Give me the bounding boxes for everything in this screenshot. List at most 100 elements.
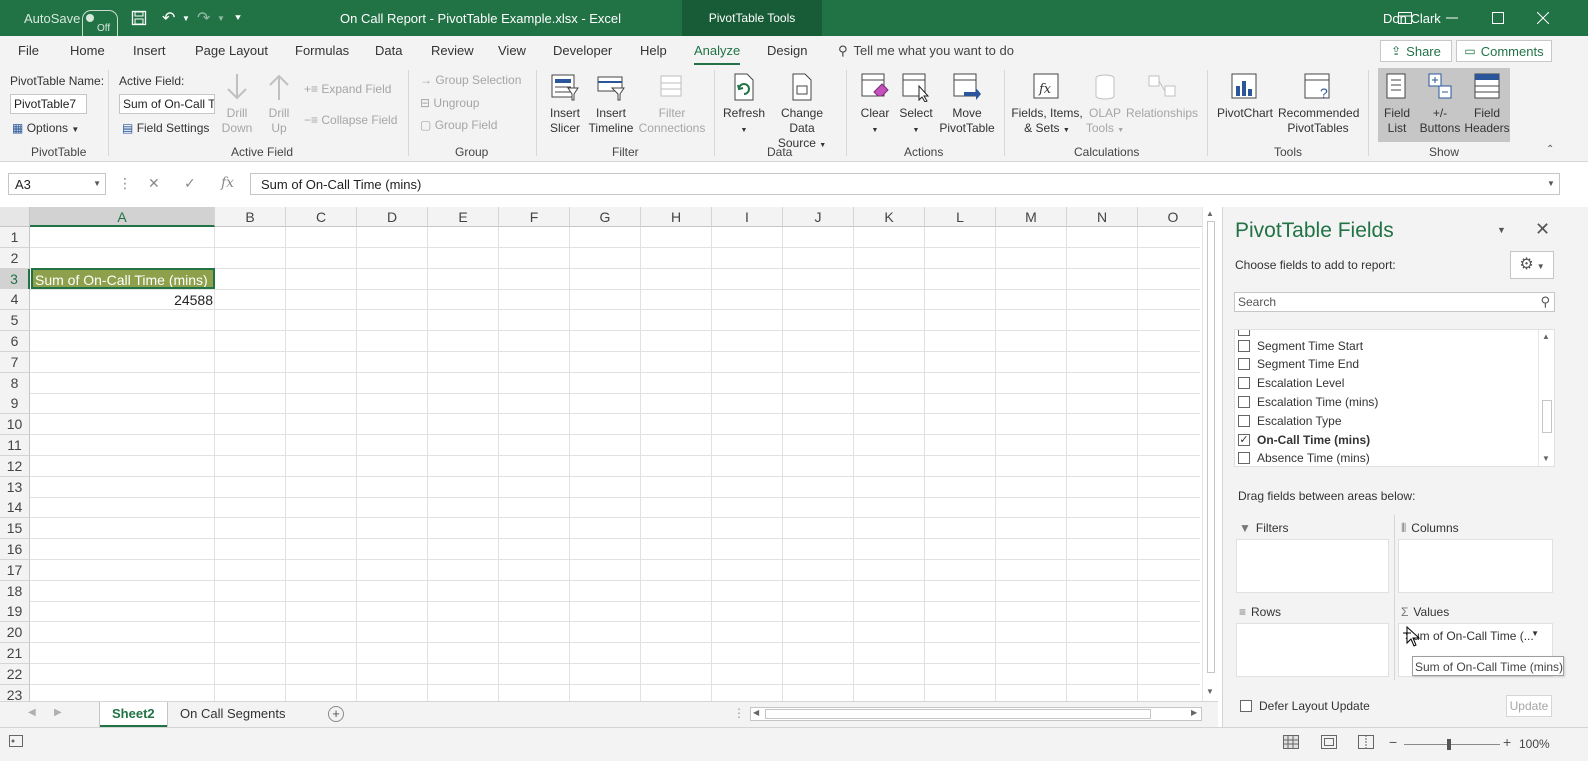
field-list-button[interactable]: Field List [1378, 72, 1416, 136]
drill-down-button[interactable]: Drill Down [219, 72, 255, 136]
group-field-button[interactable]: ▢ Group Field [420, 118, 497, 132]
scroll-up-icon[interactable]: ▲ [1206, 209, 1214, 218]
page-break-view-icon[interactable] [1358, 735, 1374, 752]
redo-dropdown-icon[interactable]: ▼ [217, 0, 225, 36]
olap-tools-button[interactable]: OLAP Tools ▼ [1085, 72, 1125, 138]
scroll-right-icon[interactable]: ▶ [1191, 708, 1197, 717]
scroll-down-icon[interactable]: ▼ [1206, 687, 1214, 696]
expand-field-button[interactable]: +≡ Expand Field [304, 82, 391, 96]
insert-function-icon[interactable]: fx [221, 175, 234, 191]
column-header[interactable]: G [570, 207, 641, 227]
prev-sheet-icon[interactable]: ◀ [28, 707, 36, 718]
ungroup-button[interactable]: ⊟ Ungroup [420, 96, 479, 110]
field-list-item[interactable]: Escalation Type [1235, 411, 1342, 430]
checkbox-icon[interactable] [1238, 414, 1250, 427]
share-button[interactable]: ⇪ Share [1380, 40, 1452, 62]
column-header[interactable]: J [783, 207, 854, 227]
defer-checkbox-box[interactable] [1240, 700, 1252, 712]
add-sheet-icon[interactable]: + [328, 706, 344, 722]
field-list-item[interactable]: Segment Time Start [1235, 336, 1363, 355]
select-all-corner[interactable] [0, 207, 30, 227]
column-header[interactable]: B [215, 207, 286, 227]
collapse-field-button[interactable]: −≡ Collapse Field [304, 113, 397, 127]
comments-button[interactable]: ▭ Comments [1456, 40, 1552, 62]
customize-qat-icon[interactable]: ⯆ [234, 0, 242, 36]
insert-timeline-button[interactable]: Insert Timeline [588, 72, 634, 136]
pivottable-name-input[interactable]: PivotTable7 [10, 94, 87, 114]
field-list[interactable]: Segment Time Start Segment Time End Escala… [1234, 329, 1555, 467]
change-data-source-button[interactable]: Change Data Source ▼ [767, 72, 837, 153]
refresh-button[interactable]: Refresh ▼ [722, 72, 766, 138]
tab-help[interactable]: Help [640, 43, 667, 58]
row-header[interactable]: 3 [0, 268, 30, 290]
fields-items-sets-button[interactable]: fx Fields, Items, & Sets ▼ [1011, 72, 1083, 138]
row-header[interactable]: 5 [0, 310, 30, 332]
row-header[interactable]: 15 [0, 518, 30, 540]
zoom-out-icon[interactable]: − [1389, 734, 1397, 750]
column-header[interactable]: H [641, 207, 712, 227]
column-header[interactable]: K [854, 207, 925, 227]
rows-drop-area[interactable] [1236, 623, 1389, 677]
undo-dropdown-icon[interactable]: ▼ [182, 0, 190, 36]
tab-formulas[interactable]: Formulas [295, 43, 349, 58]
maximize-icon[interactable] [1492, 0, 1504, 36]
row-header[interactable]: 12 [0, 455, 30, 477]
cell-a3[interactable]: Sum of On-Call Time (mins) [31, 268, 215, 289]
group-selection-button[interactable]: → Group Selection [420, 73, 521, 87]
cell-a4[interactable]: 24588 [31, 290, 214, 310]
normal-view-icon[interactable] [1283, 735, 1299, 752]
redo-icon[interactable]: ↷ [197, 0, 210, 36]
tab-view[interactable]: View [498, 43, 526, 58]
row-header[interactable]: 9 [0, 393, 30, 415]
row-header[interactable]: 23 [0, 684, 30, 701]
options-button[interactable]: ▦ Options ▼ [12, 121, 79, 135]
zoom-in-icon[interactable]: + [1503, 734, 1511, 750]
page-layout-view-icon[interactable] [1321, 735, 1337, 752]
drill-up-button[interactable]: Drill Up [262, 72, 296, 136]
tab-developer[interactable]: Developer [553, 43, 612, 58]
zoom-level[interactable]: 100% [1519, 737, 1550, 751]
field-settings-button[interactable]: ▤ Field Settings [122, 121, 209, 135]
row-header[interactable]: 20 [0, 622, 30, 644]
checkbox-checked-icon[interactable]: ✓ [1238, 433, 1250, 446]
defer-layout-update-checkbox[interactable]: Defer Layout Update [1237, 699, 1370, 713]
tab-review[interactable]: Review [431, 43, 474, 58]
pane-options-chevron-icon[interactable]: ▼ [1497, 225, 1506, 235]
filters-drop-area[interactable] [1236, 539, 1389, 593]
field-list-scrollbar[interactable]: ▲ ▼ [1538, 330, 1554, 466]
scroll-down-icon[interactable]: ▼ [1542, 454, 1550, 463]
clear-button[interactable]: Clear ▼ [856, 72, 894, 138]
expand-formula-icon[interactable]: ▼ [1547, 179, 1555, 188]
row-header[interactable]: 2 [0, 247, 30, 269]
row-header[interactable]: 8 [0, 372, 30, 394]
row-header[interactable]: 6 [0, 331, 30, 352]
filter-connections-button[interactable]: Filter Connections [638, 72, 706, 136]
column-header[interactable]: E [428, 207, 499, 227]
row-header[interactable]: 17 [0, 559, 30, 581]
field-list-scroll-thumb[interactable] [1542, 400, 1552, 433]
tell-me-search[interactable]: ⚲ Tell me what you want to do [838, 43, 1014, 59]
field-list-item[interactable]: Absence Time (mins) [1235, 449, 1370, 466]
enter-icon[interactable]: ✓ [184, 175, 196, 192]
column-header[interactable]: F [499, 207, 570, 227]
close-pane-icon[interactable]: ✕ [1535, 219, 1550, 240]
checkbox-icon[interactable] [1238, 377, 1250, 390]
ribbon-display-icon[interactable] [1398, 0, 1412, 36]
formula-input[interactable]: Sum of On-Call Time (mins) [250, 173, 1560, 195]
field-list-item[interactable]: Escalation Level [1235, 374, 1344, 393]
row-header[interactable]: 13 [0, 476, 30, 498]
cancel-icon[interactable]: ✕ [148, 175, 160, 192]
pivotchart-button[interactable]: PivotChart [1214, 72, 1276, 121]
chevron-down-icon[interactable]: ▼ [93, 179, 101, 188]
column-header[interactable]: O [1138, 207, 1209, 227]
row-header[interactable]: 4 [0, 289, 30, 311]
column-header[interactable]: I [712, 207, 783, 227]
column-header[interactable]: M [996, 207, 1067, 227]
tab-design[interactable]: Design [767, 43, 807, 58]
tab-file[interactable]: File [18, 43, 39, 58]
tab-home[interactable]: Home [70, 43, 105, 58]
active-field-input[interactable]: Sum of On-Call T [119, 94, 215, 114]
columns-drop-area[interactable] [1398, 539, 1553, 593]
row-header[interactable]: 11 [0, 435, 30, 456]
column-header[interactable]: D [357, 207, 428, 227]
